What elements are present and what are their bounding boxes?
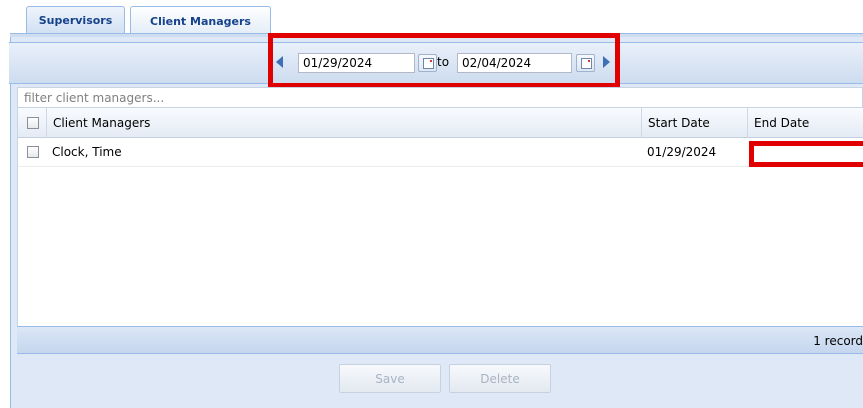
select-all-checkbox[interactable] — [27, 117, 39, 129]
filter-client-managers-input[interactable] — [17, 87, 863, 108]
next-week-arrow-icon[interactable] — [603, 56, 610, 68]
tab-supervisors[interactable]: Supervisors — [26, 6, 125, 33]
date-range-to-label: to — [437, 55, 450, 69]
tab-bar: Supervisors Client Managers — [0, 0, 863, 37]
record-count: 1 record — [813, 334, 863, 348]
client-managers-grid: Client Managers Start Date End Date Cloc… — [17, 108, 863, 326]
delete-button[interactable]: Delete — [449, 364, 551, 393]
grid-header: Client Managers Start Date End Date — [18, 108, 863, 138]
start-date-calendar-icon[interactable] — [418, 54, 437, 72]
paging-toolbar: 1 record — [17, 326, 863, 354]
client-manager-name: Clock, Time — [52, 145, 122, 159]
previous-week-arrow-icon[interactable] — [276, 56, 283, 68]
date-range-toolbar: to — [9, 42, 863, 84]
end-date-calendar-icon[interactable] — [576, 54, 595, 72]
start-date-input[interactable] — [298, 53, 415, 73]
start-date-cell: 01/29/2024 — [647, 145, 717, 159]
tab-client-managers[interactable]: Client Managers — [130, 6, 271, 35]
save-button[interactable]: Save — [339, 364, 441, 393]
table-row[interactable]: Clock, Time 01/29/2024 — [18, 138, 863, 167]
column-header-client-managers[interactable]: Client Managers — [46, 108, 641, 138]
end-date-cell[interactable] — [747, 138, 863, 167]
column-header-end-date[interactable]: End Date — [747, 108, 863, 138]
end-date-input[interactable] — [457, 53, 572, 73]
column-header-start-date[interactable]: Start Date — [641, 108, 747, 138]
row-checkbox[interactable] — [27, 146, 39, 158]
